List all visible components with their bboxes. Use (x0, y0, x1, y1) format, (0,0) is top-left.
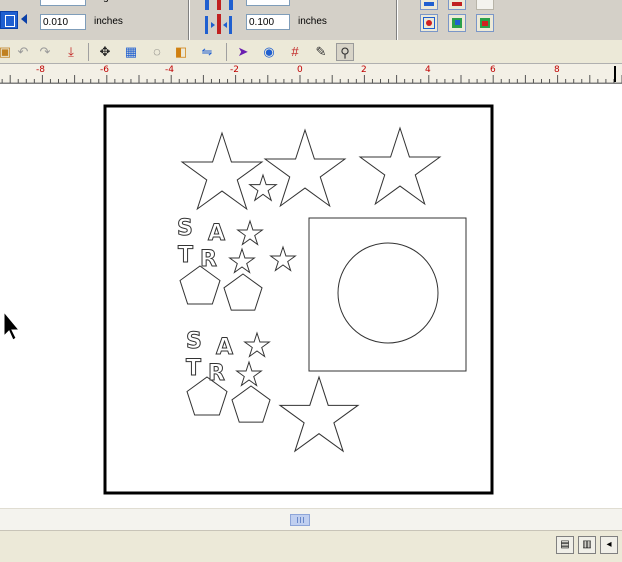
page-add-icon[interactable]: ▥ (578, 536, 596, 554)
ruler-label: 8 (554, 65, 560, 75)
angle-unit-label: degrees (92, 0, 128, 6)
mirror-icon[interactable]: ⇋ (198, 43, 216, 61)
node-edit-icon[interactable]: ✎ (312, 43, 330, 61)
ruler-ticks (0, 75, 622, 84)
fill-icon[interactable]: ◧ (172, 43, 190, 61)
star-shape[interactable] (265, 130, 345, 206)
star-shape[interactable] (238, 221, 263, 245)
spacing-field[interactable]: 0.100 (246, 14, 290, 30)
spacing-icon[interactable] (203, 0, 235, 36)
circle-shape[interactable] (337, 242, 439, 344)
cutting-mat-border (103, 104, 494, 495)
ruler-label: -6 (100, 65, 109, 75)
align-top-icon[interactable] (420, 0, 438, 10)
star-shape[interactable] (271, 247, 296, 271)
move-icon[interactable]: ✥ (96, 43, 114, 61)
scroll-left-icon[interactable]: ◂ (600, 536, 618, 554)
pentagon-shape[interactable] (224, 274, 262, 310)
distribute-icon[interactable] (476, 14, 494, 32)
line-style-icon[interactable] (0, 11, 18, 29)
paste-icon[interactable]: ▣ (0, 43, 14, 61)
ruler-label: -8 (36, 65, 45, 75)
scroll-thumb[interactable] (290, 514, 310, 526)
select-icon[interactable]: ➤ (234, 43, 252, 61)
pentagon-shape[interactable] (232, 386, 270, 422)
letter-s[interactable]: S (186, 329, 203, 355)
star-shape[interactable] (245, 333, 270, 357)
design-canvas[interactable]: S A T R S A T R (0, 84, 622, 508)
angle-field[interactable] (40, 0, 86, 6)
star-shape[interactable] (280, 377, 358, 451)
property-separator (188, 0, 190, 40)
square-shape[interactable] (308, 217, 467, 372)
offset-field[interactable] (246, 0, 290, 6)
star-shape[interactable] (230, 249, 255, 273)
align-bottom-icon[interactable] (476, 0, 494, 10)
page-icon[interactable]: ▤ (556, 536, 574, 554)
grid-icon[interactable]: # (286, 43, 304, 61)
letter-t[interactable]: T (186, 356, 202, 382)
redo-icon[interactable]: ↷ (36, 43, 54, 61)
ruler-marker (614, 66, 616, 82)
ruler-label: 2 (361, 65, 367, 75)
star-shape[interactable] (250, 175, 277, 200)
group-icon[interactable]: ▦ (122, 43, 140, 61)
view-icon[interactable]: ◉ (260, 43, 278, 61)
ruler-label: 0 (297, 65, 303, 75)
star-shape[interactable] (182, 133, 262, 209)
toolbar-separator (226, 43, 227, 61)
star-shape[interactable] (360, 128, 440, 204)
canvas-drawing: S A T R S A T R (3, 104, 494, 495)
property-bar: degrees 0.010 inches 0.100 inches (0, 0, 622, 40)
letter-a[interactable]: A (208, 221, 226, 247)
align-center-icon[interactable] (448, 0, 466, 10)
ruler-label: 4 (425, 65, 431, 75)
horizontal-scrollbar[interactable] (0, 508, 622, 530)
undo-icon[interactable]: ↶ (14, 43, 32, 61)
property-separator (396, 0, 398, 40)
toolbar-separator (88, 43, 89, 61)
letter-r[interactable]: R (208, 361, 226, 387)
status-bar: ▤ ▥ ◂ (0, 530, 622, 562)
center-page-icon[interactable] (420, 14, 438, 32)
mouse-cursor-icon (3, 310, 21, 341)
import-icon[interactable]: ⤓ (62, 43, 80, 61)
spacing-unit-label: inches (298, 16, 327, 27)
line-width-field[interactable]: 0.010 (40, 14, 86, 30)
star-shape[interactable] (237, 362, 262, 386)
ruler-label: -4 (165, 65, 174, 75)
letter-a[interactable]: A (216, 335, 234, 361)
letter-t[interactable]: T (178, 243, 194, 269)
letter-s[interactable]: S (177, 216, 194, 242)
horizontal-ruler: -8 -6 -4 -2 0 2 4 6 8 (0, 64, 622, 84)
main-toolbar: ▣ ↶ ↷ ⤓ ✥ ▦ ◌ ◧ ⇋ ➤ ◉ # ✎ ⚲ (0, 40, 622, 64)
align-group-icon[interactable] (448, 14, 466, 32)
ruler-label: 6 (490, 65, 496, 75)
weld-icon[interactable]: ⚲ (336, 43, 354, 61)
rotate-icon[interactable]: ◌ (148, 43, 166, 61)
letter-r[interactable]: R (200, 247, 218, 273)
arrow-left-icon[interactable] (21, 14, 27, 24)
line-width-unit-label: inches (94, 16, 123, 27)
ruler-label: -2 (230, 65, 239, 75)
